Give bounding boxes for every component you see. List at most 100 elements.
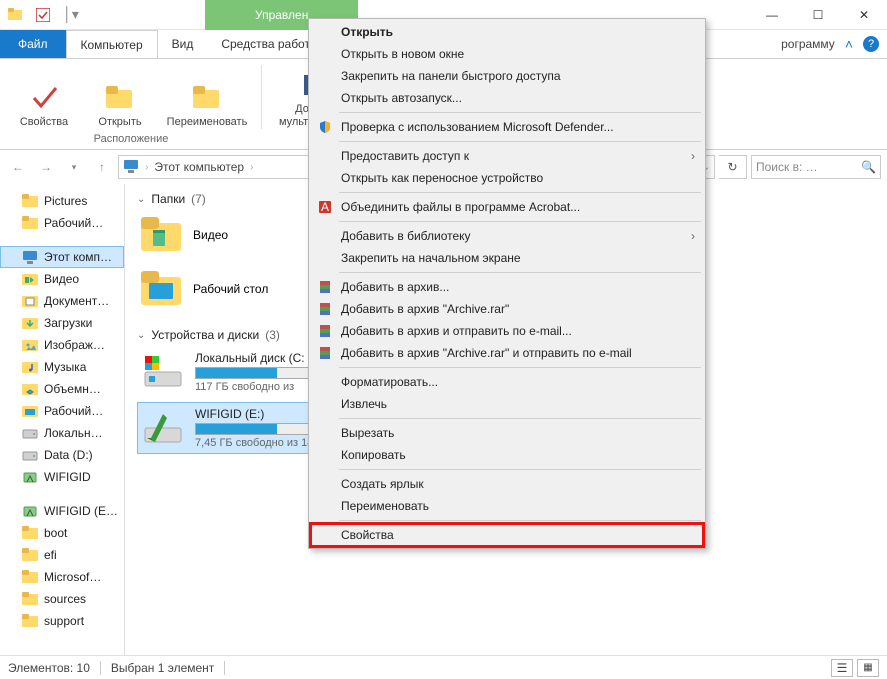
context-menu-item[interactable]: Открыть автозапуск...	[311, 87, 703, 109]
rar-icon	[317, 279, 333, 295]
context-menu-item[interactable]: Добавить в библиотеку›	[311, 225, 703, 247]
tree-item[interactable]: support	[0, 610, 124, 632]
tree-item[interactable]: efi	[0, 544, 124, 566]
tree-item[interactable]: Data (D:)	[0, 444, 124, 466]
history-dropdown[interactable]: ▾	[62, 155, 86, 179]
rar-icon	[317, 345, 333, 361]
context-menu-item[interactable]: Добавить в архив...	[311, 276, 703, 298]
tree-item[interactable]: Загрузки	[0, 312, 124, 334]
minimize-button[interactable]: —	[749, 0, 795, 30]
tree-item[interactable]: WIFIGID	[0, 466, 124, 488]
menu-separator	[339, 469, 701, 470]
tree-item-label: WIFIGID	[44, 470, 91, 484]
3d-icon	[22, 381, 38, 397]
chevron-right-icon[interactable]: ›	[250, 162, 253, 173]
up-button[interactable]: ↑	[90, 155, 114, 179]
context-menu-item[interactable]: Открыть	[311, 21, 703, 43]
menu-separator	[339, 418, 701, 419]
context-menu-item[interactable]: AОбъединить файлы в программе Acrobat...	[311, 196, 703, 218]
tree-item[interactable]: Локальн…	[0, 422, 124, 444]
music-icon	[22, 359, 38, 375]
context-menu-item[interactable]: Открыть как переносное устройство	[311, 167, 703, 189]
divider	[224, 661, 225, 675]
context-menu-item[interactable]: Форматировать...	[311, 371, 703, 393]
drive-icon	[141, 350, 185, 394]
ribbon-properties-button[interactable]: Свойства	[10, 78, 78, 129]
video-icon	[22, 271, 38, 287]
window-controls: — ☐ ✕	[749, 0, 887, 30]
context-menu-item[interactable]: Закрепить на начальном экране	[311, 247, 703, 269]
context-menu-label: Копировать	[341, 448, 406, 462]
tab-file[interactable]: Файл	[0, 30, 66, 58]
folder-icon	[22, 193, 38, 209]
ribbon-open-button[interactable]: Открыть	[86, 78, 154, 129]
context-menu-item[interactable]: Переименовать	[311, 495, 703, 517]
refresh-button[interactable]: ↻	[719, 155, 747, 179]
chevron-right-icon[interactable]: ›	[145, 162, 148, 173]
context-menu-item[interactable]: Создать ярлык	[311, 473, 703, 495]
tab-computer[interactable]: Компьютер	[66, 30, 158, 58]
tree-item[interactable]: WIFIGID (E…	[0, 500, 124, 522]
context-menu-item[interactable]: Копировать	[311, 444, 703, 466]
tree-item[interactable]: sources	[0, 588, 124, 610]
rename-icon	[191, 82, 223, 114]
maximize-button[interactable]: ☐	[795, 0, 841, 30]
context-menu-item[interactable]: Открыть в новом окне	[311, 43, 703, 65]
context-menu-item[interactable]: Проверка с использованием Microsoft Defe…	[311, 116, 703, 138]
ribbon-rename-button[interactable]: Переименовать	[162, 78, 252, 129]
help-icon[interactable]: ?	[863, 36, 879, 52]
context-menu-item[interactable]: Извлечь	[311, 393, 703, 415]
folder-item[interactable]: Видео	[137, 210, 317, 260]
back-button[interactable]: ←	[6, 155, 30, 179]
tree-item[interactable]: boot	[0, 522, 124, 544]
folder-item[interactable]: Рабочий стол	[137, 264, 317, 314]
tree-item[interactable]: Объемн…	[0, 378, 124, 400]
pc-icon	[22, 249, 38, 265]
folder-icon	[22, 613, 38, 629]
tree-item[interactable]: Изображ…	[0, 334, 124, 356]
tree-item[interactable]: Видео	[0, 268, 124, 290]
ribbon-right: рограмму ˄ ?	[781, 36, 879, 52]
tree-item-label: Изображ…	[44, 338, 105, 352]
qat-dropdown-icon[interactable]: │▾	[60, 4, 82, 26]
tree-item-label: Музыка	[44, 360, 86, 374]
tree-item-label: efi	[44, 548, 57, 562]
icons-view-icon[interactable]: ▦	[857, 659, 879, 677]
tree-item-label: Объемн…	[44, 382, 101, 396]
tree-item[interactable]: Этот комп…	[0, 246, 124, 268]
details-view-icon[interactable]: ☰	[831, 659, 853, 677]
tree-item-label: Data (D:)	[44, 448, 93, 462]
tree-item[interactable]: Рабочий…	[0, 212, 124, 234]
tree-item[interactable]: Pictures	[0, 190, 124, 212]
context-menu-item[interactable]: Предоставить доступ к›	[311, 145, 703, 167]
forward-button[interactable]: →	[34, 155, 58, 179]
usb-icon	[22, 469, 38, 485]
tree-item-label: support	[44, 614, 84, 628]
group-folders-label: Папки	[151, 192, 185, 206]
ribbon-collapse-icon[interactable]: ˄	[845, 36, 853, 52]
context-menu-item[interactable]: Добавить в архив и отправить по e-mail..…	[311, 320, 703, 342]
context-menu-item[interactable]: Добавить в архив "Archive.rar" и отправи…	[311, 342, 703, 364]
group-folders-count: (7)	[191, 192, 206, 206]
tab-view[interactable]: Вид	[158, 30, 208, 58]
context-menu-item[interactable]: Свойства	[311, 524, 703, 546]
context-menu-item[interactable]: Закрепить на панели быстрого доступа	[311, 65, 703, 87]
drive-icon	[141, 406, 185, 450]
tree-item-label: boot	[44, 526, 67, 540]
context-menu-item[interactable]: Вырезать	[311, 422, 703, 444]
tree-item[interactable]: Документ…	[0, 290, 124, 312]
close-button[interactable]: ✕	[841, 0, 887, 30]
context-menu-label: Открыть как переносное устройство	[341, 171, 543, 185]
navigation-tree[interactable]: PicturesРабочий…Этот комп…ВидеоДокумент……	[0, 184, 125, 655]
properties-icon[interactable]	[32, 4, 54, 26]
group-drives-count: (3)	[265, 328, 280, 342]
tree-item[interactable]: Microsof…	[0, 566, 124, 588]
tree-item[interactable]: Рабочий…	[0, 400, 124, 422]
status-bar: Элементов: 10 Выбран 1 элемент ☰ ▦	[0, 655, 887, 679]
tree-item[interactable]: Музыка	[0, 356, 124, 378]
context-menu-item[interactable]: Добавить в архив "Archive.rar"	[311, 298, 703, 320]
search-input[interactable]: Поиск в: … 🔍	[751, 155, 881, 179]
breadcrumb-this-pc[interactable]: Этот компьютер	[154, 160, 244, 174]
desktop-icon	[22, 403, 38, 419]
chevron-right-icon: ›	[691, 229, 695, 243]
